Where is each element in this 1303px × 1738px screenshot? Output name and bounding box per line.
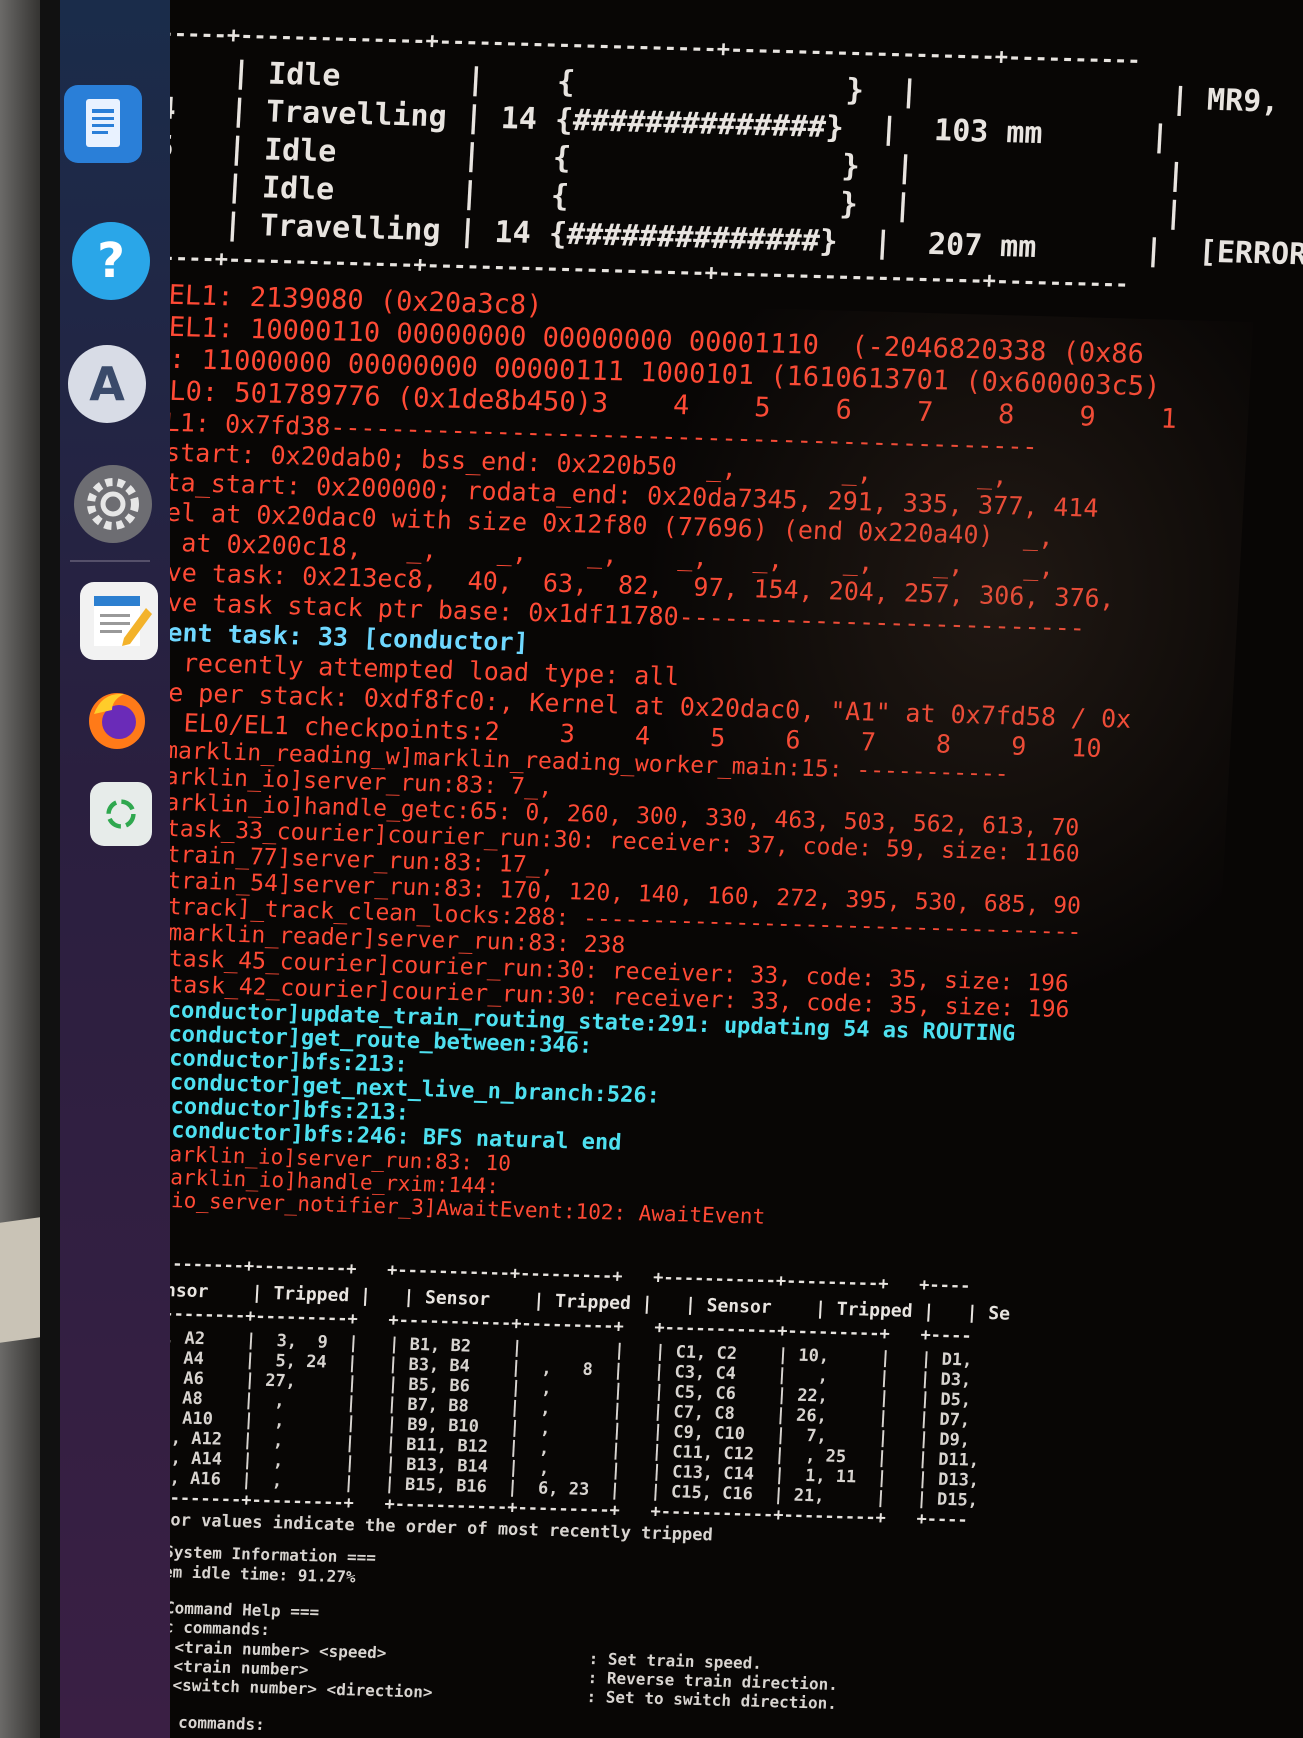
launcher-dock: ? A xyxy=(60,0,170,1738)
pencil-icon xyxy=(94,596,152,646)
help-icon[interactable]: ? xyxy=(72,222,150,300)
paper-stack xyxy=(0,1217,40,1343)
trash-icon[interactable] xyxy=(90,782,152,846)
help-glyph: ? xyxy=(97,233,125,289)
dock-separator xyxy=(70,560,150,562)
docs-icon[interactable] xyxy=(64,85,142,163)
firefox-icon[interactable] xyxy=(78,680,156,758)
basic-commands-label: Basic commands: xyxy=(170,1616,271,1640)
terminal-screen: +--------+--------------+---------------… xyxy=(170,0,1303,1738)
docs-icon-glyph xyxy=(86,99,120,147)
software-center-icon[interactable]: A xyxy=(68,345,146,423)
gear-icon xyxy=(87,478,139,530)
firefox-glyph xyxy=(89,693,145,749)
extra-commands-label: Extra commands: xyxy=(177,1712,266,1734)
store-glyph: A xyxy=(89,357,125,411)
settings-icon[interactable] xyxy=(74,465,152,543)
terminal-window[interactable]: +--------+--------------+---------------… xyxy=(170,0,1303,1738)
text-editor-icon[interactable] xyxy=(80,582,158,660)
recycle-icon xyxy=(106,799,136,829)
